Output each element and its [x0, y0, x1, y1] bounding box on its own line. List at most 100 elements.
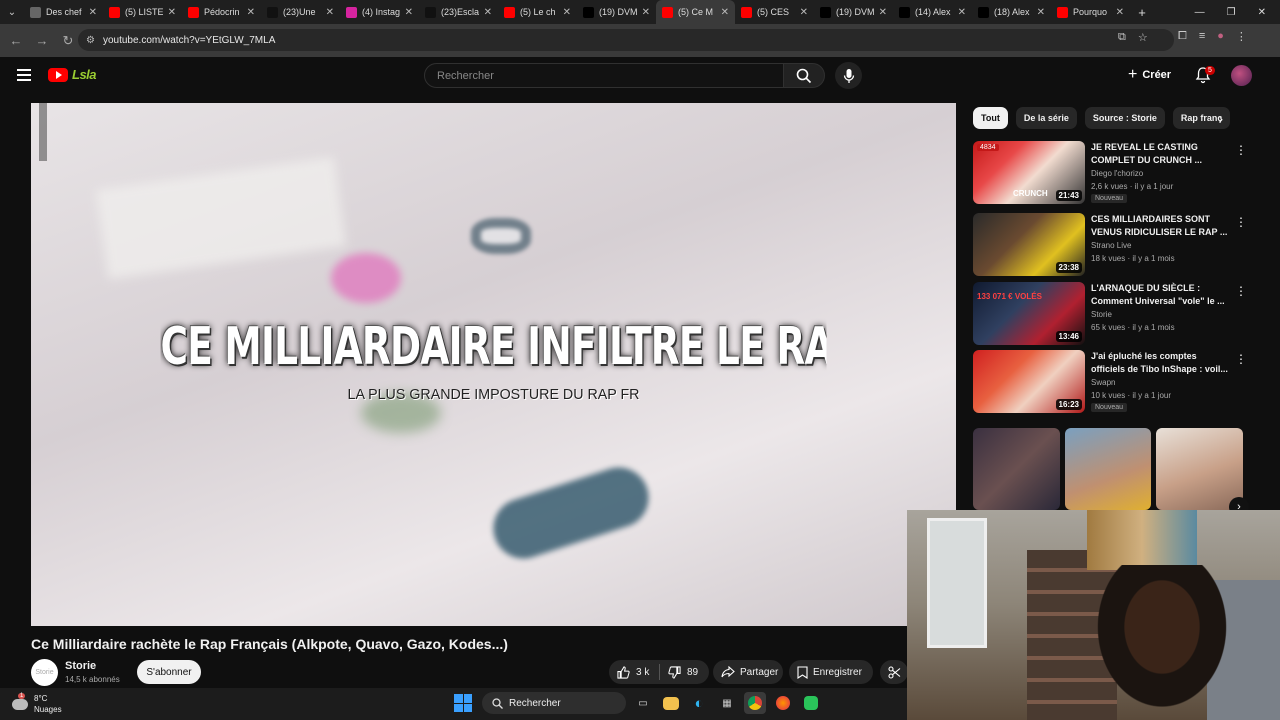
share-button[interactable]: Partager: [713, 660, 783, 684]
store-icon[interactable]: ▦: [716, 692, 738, 714]
file-explorer-icon[interactable]: [663, 696, 679, 710]
more-options-icon[interactable]: ⋮: [1235, 215, 1247, 229]
profile-icon[interactable]: ●: [1217, 30, 1224, 43]
new-tab-button[interactable]: +: [1130, 5, 1154, 20]
address-bar[interactable]: ⚙ youtube.com/watch?v=YEtGLW_7MLA: [78, 29, 1174, 51]
install-app-icon[interactable]: ⧉: [1118, 31, 1126, 44]
short-thumbnail[interactable]: [1064, 428, 1152, 510]
clip-button[interactable]: [880, 660, 908, 684]
filter-chip[interactable]: Source : Storie: [1084, 107, 1165, 129]
close-tab-icon[interactable]: ✕: [405, 7, 413, 18]
browser-tab[interactable]: Pédocrin ✕: [182, 0, 261, 24]
back-icon[interactable]: ←: [4, 33, 28, 48]
bookmark-star-icon[interactable]: ☆: [1138, 31, 1148, 44]
close-tab-icon[interactable]: ✕: [1037, 7, 1045, 18]
short-thumbnail[interactable]: [1156, 428, 1244, 510]
browser-tab[interactable]: (5) LISTE ✕: [103, 0, 182, 24]
channel-name[interactable]: Storie: [65, 660, 96, 672]
create-button[interactable]: + Créer: [1128, 65, 1171, 85]
chrome-icon[interactable]: [744, 692, 766, 714]
minimize-icon[interactable]: —: [1195, 7, 1205, 18]
close-tab-icon[interactable]: ✕: [879, 7, 887, 18]
video-thumbnail[interactable]: 16:23: [973, 350, 1085, 413]
recommended-video-channel[interactable]: Storie: [1091, 310, 1112, 319]
save-button[interactable]: Enregistrer: [789, 660, 873, 684]
close-window-icon[interactable]: ✕: [1258, 7, 1266, 18]
account-avatar[interactable]: [1231, 65, 1252, 86]
dislike-button[interactable]: 89: [660, 665, 698, 679]
recommended-video-title[interactable]: CES MILLIARDAIRES SONT VENUS RIDICULISER…: [1091, 213, 1229, 239]
close-tab-icon[interactable]: ✕: [958, 7, 966, 18]
browser-tab[interactable]: (23)Escla ✕: [419, 0, 498, 24]
close-tab-icon[interactable]: ✕: [168, 7, 176, 18]
recommended-video-channel[interactable]: Swapn: [1091, 378, 1115, 387]
recommended-video[interactable]: 23:38 CES MILLIARDAIRES SONT VENUS RIDIC…: [973, 213, 1263, 278]
recommended-video[interactable]: 16:23 J'ai épluché les comptes officiels…: [973, 350, 1263, 415]
short-thumbnail[interactable]: [973, 428, 1060, 510]
recommended-video[interactable]: 133 071 € VOLÉS 13:46 L'ARNAQUE DU SIÈCL…: [973, 282, 1263, 347]
browser-tab[interactable]: (5) Le ch ✕: [498, 0, 577, 24]
browser-tab[interactable]: Des chef ✕: [24, 0, 103, 24]
chevron-right-icon[interactable]: ›: [1219, 112, 1223, 126]
browser-tab[interactable]: (14) Alex ✕: [893, 0, 972, 24]
tab-search-menu[interactable]: ⌄: [0, 0, 24, 24]
video-thumbnail[interactable]: 133 071 € VOLÉS 13:46: [973, 282, 1085, 345]
extensions-icon[interactable]: ⧠: [1178, 30, 1187, 43]
video-title: Ce Milliardaire rachète le Rap Français …: [31, 636, 508, 652]
recommended-video-title[interactable]: J'ai épluché les comptes officiels de Ti…: [1091, 350, 1229, 376]
search-input[interactable]: Rechercher: [424, 63, 784, 88]
close-tab-icon[interactable]: ✕: [721, 7, 729, 18]
filter-chip[interactable]: De la série: [1015, 107, 1077, 129]
recommended-video-channel[interactable]: Strano Live: [1091, 241, 1131, 250]
close-tab-icon[interactable]: ✕: [1116, 7, 1124, 18]
menu-icon[interactable]: [17, 69, 31, 81]
close-tab-icon[interactable]: ✕: [800, 7, 808, 18]
like-button[interactable]: 3 k: [609, 665, 659, 679]
video-player[interactable]: CE MILLIARDAIRE INFILTRE LE RAP FR LA PL…: [31, 103, 956, 626]
taskbar-search[interactable]: Rechercher: [482, 692, 626, 714]
maximize-icon[interactable]: ❐: [1227, 7, 1236, 18]
voice-search-button[interactable]: [835, 62, 862, 89]
browser-tab[interactable]: (4) Instag ✕: [340, 0, 419, 24]
channel-avatar[interactable]: Storie: [31, 659, 58, 686]
discord-icon[interactable]: [800, 692, 822, 714]
more-options-icon[interactable]: ⋮: [1235, 352, 1247, 366]
firefox-icon[interactable]: [772, 692, 794, 714]
recommended-video-title[interactable]: L'ARNAQUE DU SIÈCLE : Comment Universal …: [1091, 282, 1229, 308]
recommended-video[interactable]: CRUNCH 4834 21:43 JE REVEAL LE CASTING CO…: [973, 141, 1263, 206]
edge-icon[interactable]: ◐: [688, 692, 710, 714]
browser-menu-icon[interactable]: ⋮: [1236, 30, 1247, 43]
close-tab-icon[interactable]: ✕: [247, 7, 255, 18]
filter-chip[interactable]: Tout: [973, 107, 1008, 129]
search-button[interactable]: [783, 63, 825, 88]
recommended-video-channel[interactable]: Diego l'chorizo: [1091, 169, 1143, 178]
close-tab-icon[interactable]: ✕: [326, 7, 334, 18]
site-info-icon[interactable]: ⚙: [86, 35, 95, 46]
media-control-icon[interactable]: ≡: [1199, 30, 1205, 43]
more-options-icon[interactable]: ⋮: [1235, 143, 1247, 157]
close-tab-icon[interactable]: ✕: [484, 7, 492, 18]
browser-tab[interactable]: (23)Une ✕: [261, 0, 340, 24]
browser-tab[interactable]: (18) Alex ✕: [972, 0, 1051, 24]
weather-widget[interactable]: 1 8°C Nuages: [12, 692, 62, 715]
browser-tab[interactable]: (5) Ce M ✕: [656, 0, 735, 24]
subscribe-button[interactable]: S'abonner: [137, 660, 201, 684]
close-tab-icon[interactable]: ✕: [89, 7, 97, 18]
browser-tab[interactable]: (19) DVM ✕: [814, 0, 893, 24]
url-text: youtube.com/watch?v=YEtGLW_7MLA: [102, 34, 276, 46]
youtube-logo[interactable]: Lsla: [48, 67, 97, 82]
window-controls: — ❐ ✕: [1195, 7, 1280, 18]
recommended-video-title[interactable]: JE REVEAL LE CASTING COMPLET DU CRUNCH .…: [1091, 141, 1229, 167]
close-tab-icon[interactable]: ✕: [563, 7, 571, 18]
browser-tab[interactable]: Pourquo ✕: [1051, 0, 1130, 24]
task-view-icon[interactable]: ▭: [632, 692, 654, 714]
browser-tab[interactable]: (19) DVM ✕: [577, 0, 656, 24]
video-thumbnail[interactable]: 23:38: [973, 213, 1085, 276]
video-thumbnail[interactable]: CRUNCH 4834 21:43: [973, 141, 1085, 204]
forward-icon[interactable]: →: [30, 33, 54, 48]
browser-tab[interactable]: (5) CES ✕: [735, 0, 814, 24]
close-tab-icon[interactable]: ✕: [642, 7, 650, 18]
windows-start-icon[interactable]: [454, 694, 472, 712]
reload-icon[interactable]: ↻: [56, 33, 80, 49]
more-options-icon[interactable]: ⋮: [1235, 284, 1247, 298]
